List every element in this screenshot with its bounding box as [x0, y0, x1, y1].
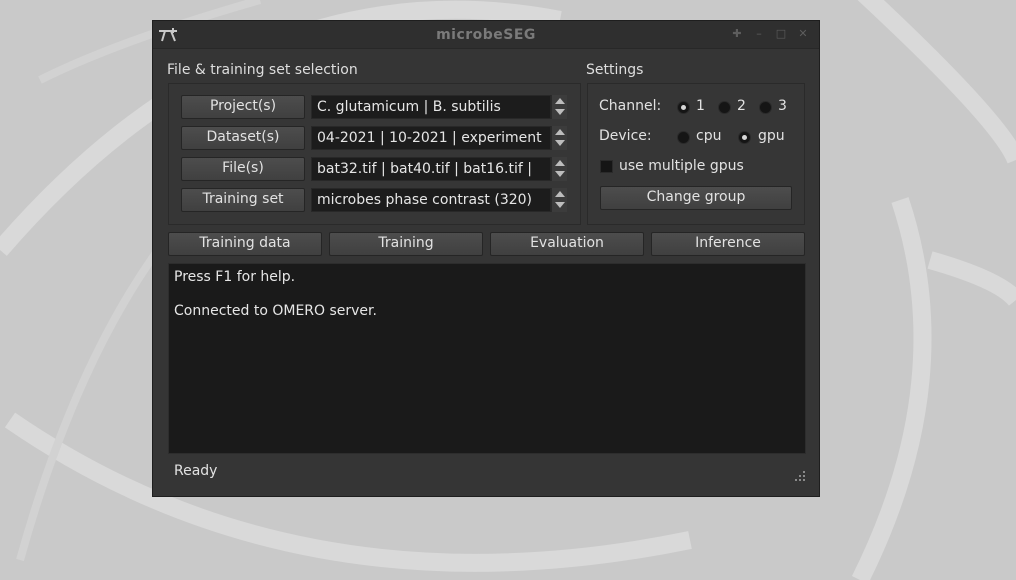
device-gpu-radio[interactable] — [738, 131, 751, 144]
training-set-field[interactable]: microbes phase contrast (320) — [311, 188, 551, 212]
arrow-down-icon[interactable] — [555, 109, 565, 115]
log-output[interactable]: Press F1 for help. Connected to OMERO se… — [168, 263, 806, 454]
arrow-down-icon[interactable] — [555, 140, 565, 146]
projects-button[interactable]: Project(s) — [181, 95, 305, 119]
settings-section-label: Settings — [586, 62, 644, 78]
status-text: Ready — [174, 463, 218, 479]
multiple-gpus-checkbox[interactable] — [600, 160, 613, 173]
minimize-icon[interactable]: – — [752, 27, 766, 41]
channel-label: Channel: — [599, 98, 662, 114]
device-cpu-label: cpu — [696, 128, 722, 144]
resize-grip-icon[interactable] — [794, 470, 806, 482]
tab-evaluation[interactable]: Evaluation — [490, 232, 644, 256]
training-set-scroll-arrows[interactable] — [551, 188, 567, 212]
tab-training-data[interactable]: Training data — [168, 232, 322, 256]
window-title: microbeSEG — [436, 27, 536, 43]
training-set-button[interactable]: Training set — [181, 188, 305, 212]
datasets-button[interactable]: Dataset(s) — [181, 126, 305, 150]
device-cpu-radio[interactable] — [677, 131, 690, 144]
title-bar[interactable]: microbeSEG ✚ – □ ✕ — [153, 21, 819, 49]
device-label: Device: — [599, 128, 652, 144]
tab-inference[interactable]: Inference — [651, 232, 805, 256]
channel-2-radio[interactable] — [718, 101, 731, 114]
files-field[interactable]: bat32.tif | bat40.tif | bat16.tif | — [311, 157, 551, 181]
arrow-down-icon[interactable] — [555, 171, 565, 177]
change-group-button[interactable]: Change group — [600, 186, 792, 210]
channel-1-label: 1 — [696, 98, 705, 114]
multiple-gpus-label: use multiple gpus — [619, 158, 744, 174]
files-button[interactable]: File(s) — [181, 157, 305, 181]
maximize-icon[interactable]: □ — [774, 27, 788, 41]
arrow-up-icon[interactable] — [555, 129, 565, 135]
arrow-down-icon[interactable] — [555, 202, 565, 208]
arrow-up-icon[interactable] — [555, 160, 565, 166]
channel-3-label: 3 — [778, 98, 787, 114]
file-section-label: File & training set selection — [167, 62, 358, 78]
main-window: microbeSEG ✚ – □ ✕ File & training set s… — [152, 20, 820, 497]
channel-2-label: 2 — [737, 98, 746, 114]
datasets-scroll-arrows[interactable] — [551, 126, 567, 150]
files-scroll-arrows[interactable] — [551, 157, 567, 181]
close-icon[interactable]: ✕ — [796, 27, 810, 41]
log-line: Connected to OMERO server. — [174, 303, 377, 319]
log-line: Press F1 for help. — [174, 269, 296, 285]
projects-scroll-arrows[interactable] — [551, 95, 567, 119]
arrow-up-icon[interactable] — [555, 191, 565, 197]
projects-field[interactable]: C. glutamicum | B. subtilis — [311, 95, 551, 119]
channel-3-radio[interactable] — [759, 101, 772, 114]
device-gpu-label: gpu — [758, 128, 785, 144]
channel-1-radio[interactable] — [677, 101, 690, 114]
arrow-up-icon[interactable] — [555, 98, 565, 104]
datasets-field[interactable]: 04-2021 | 10-2021 | experiment — [311, 126, 551, 150]
pin-icon[interactable]: ✚ — [730, 27, 744, 41]
tab-training[interactable]: Training — [329, 232, 483, 256]
